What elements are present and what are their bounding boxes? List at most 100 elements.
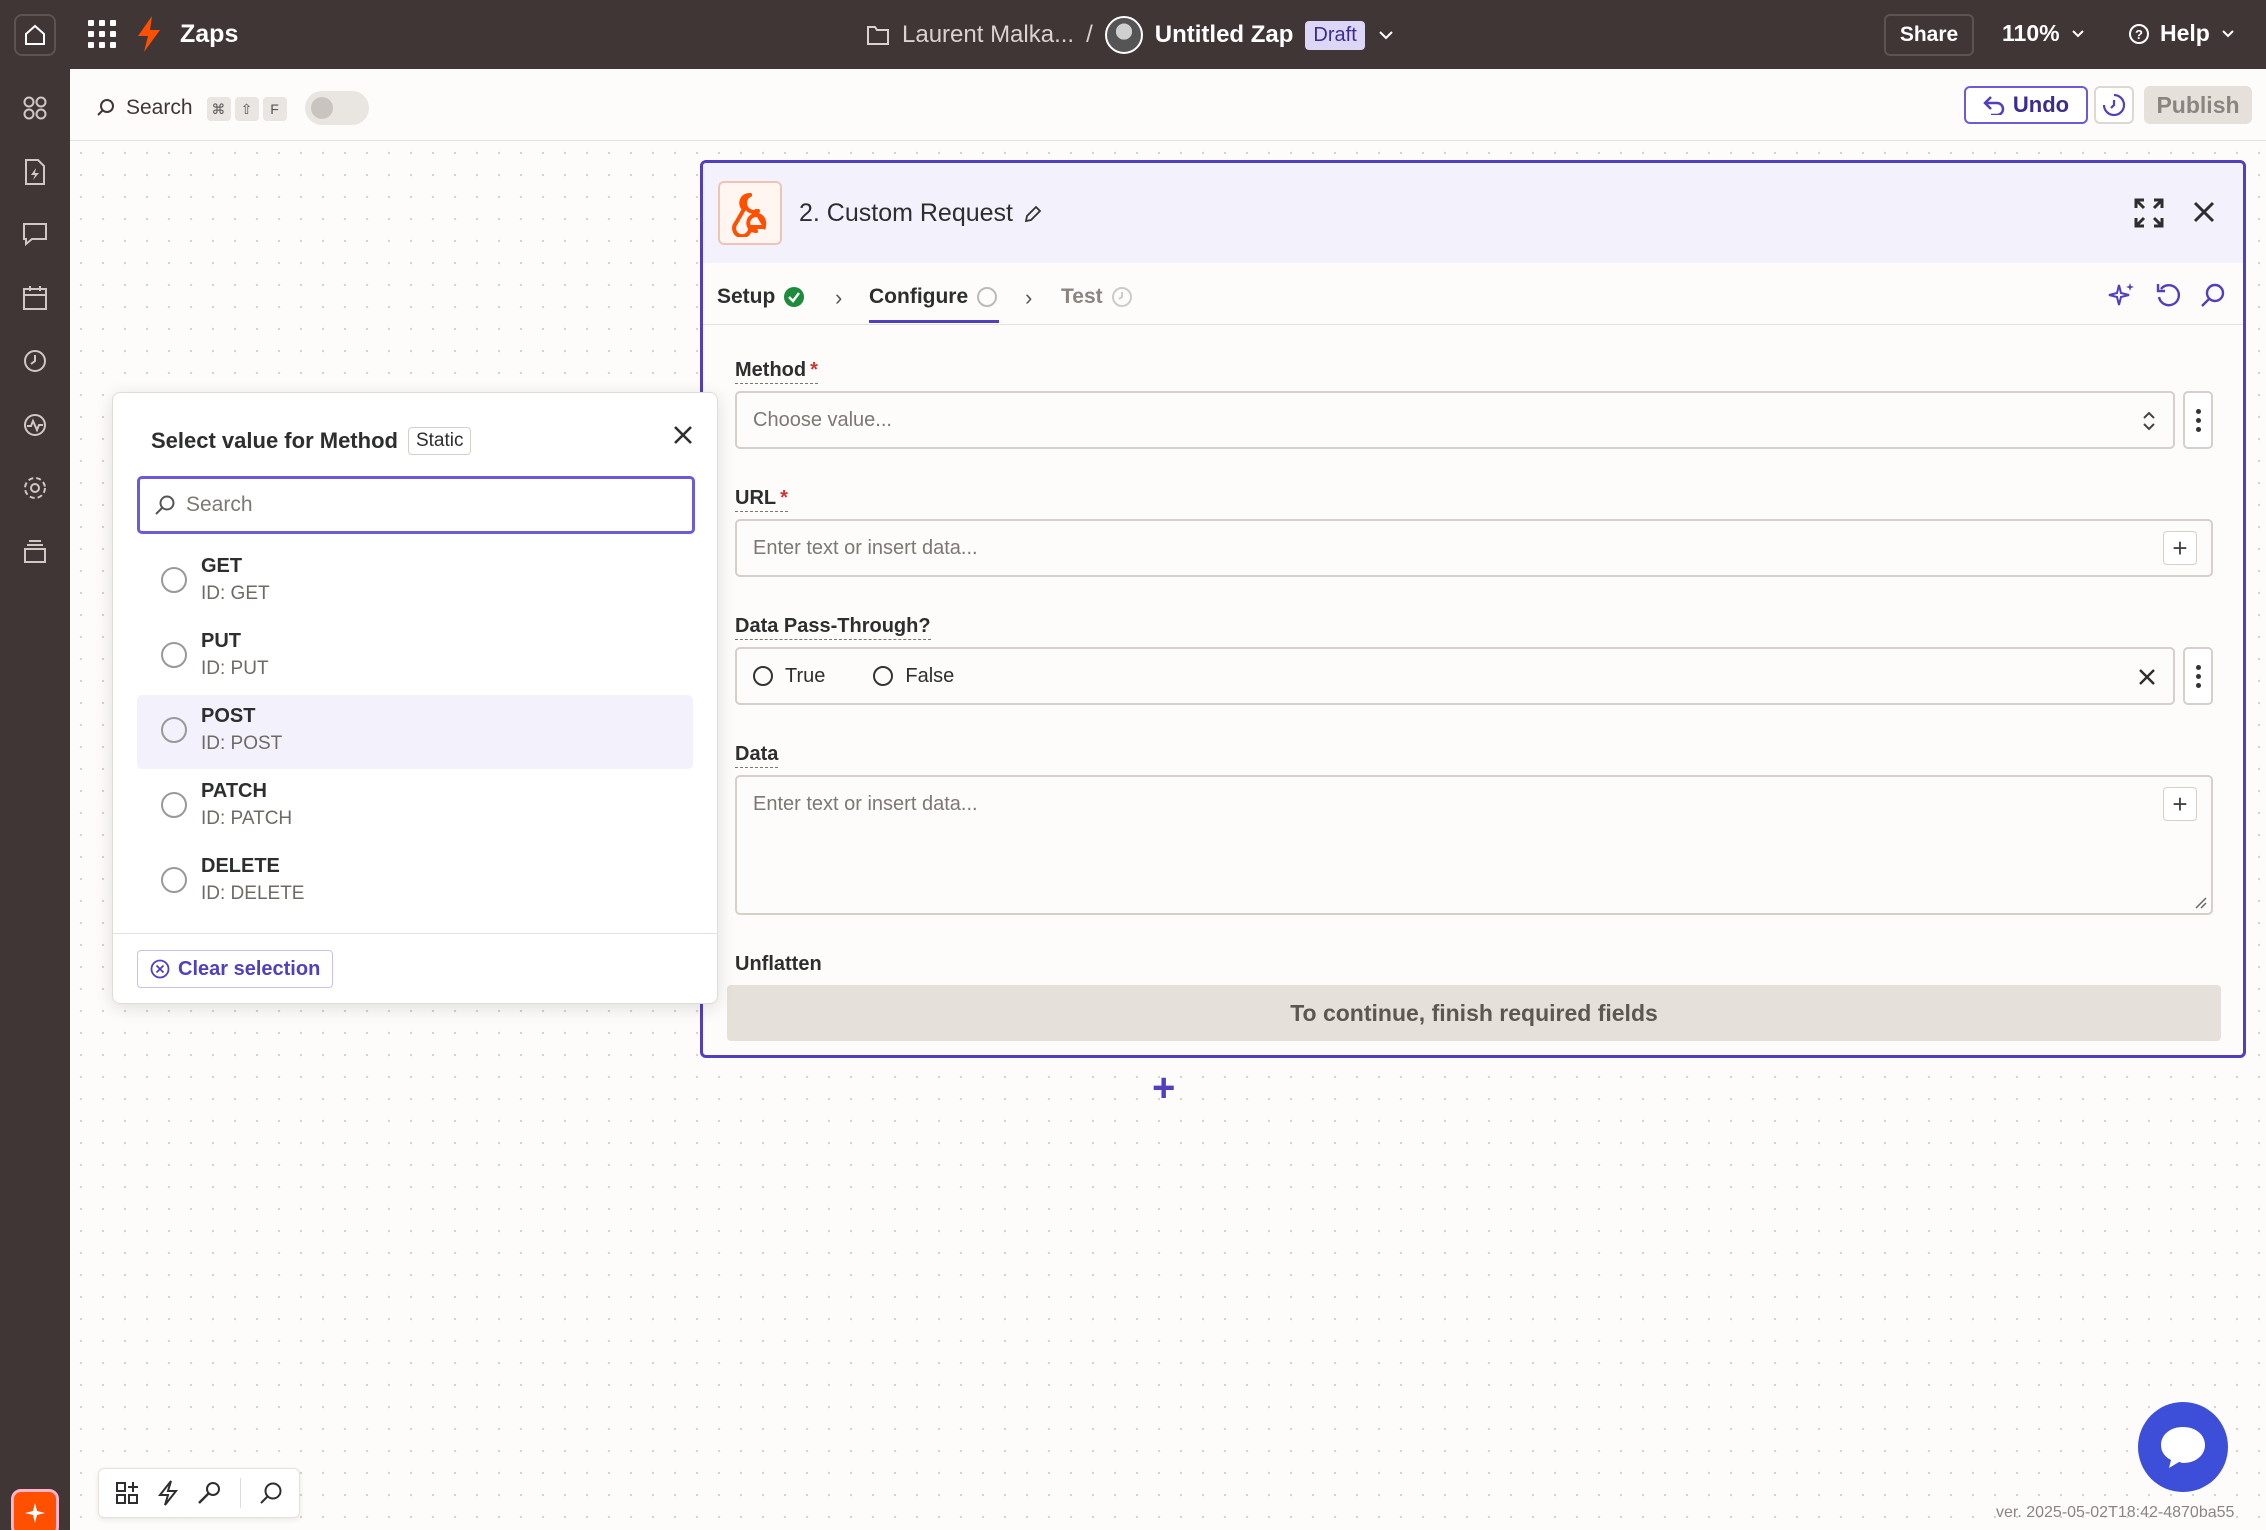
- option-delete[interactable]: DELETE ID: DELETE: [137, 845, 693, 919]
- option-name: DELETE: [201, 855, 280, 877]
- static-badge: Static: [407, 427, 472, 455]
- share-button[interactable]: Share: [1884, 14, 1974, 56]
- folder-name[interactable]: Laurent Malka...: [902, 21, 1074, 49]
- option-get[interactable]: GET ID: GET: [137, 545, 693, 619]
- method-options-menu[interactable]: [2183, 391, 2213, 449]
- ai-sparkle-icon[interactable]: [2107, 281, 2137, 311]
- zap-name[interactable]: Untitled Zap: [1155, 21, 1294, 49]
- tab-label: Configure: [869, 285, 969, 308]
- option-search-input[interactable]: [186, 493, 666, 517]
- passthrough-options-menu[interactable]: [2183, 647, 2213, 705]
- method-placeholder: Choose value...: [753, 408, 892, 431]
- url-insert-data-button[interactable]: +: [2163, 531, 2197, 565]
- search-icon: [97, 99, 114, 116]
- option-name: POST: [201, 705, 256, 727]
- option-radio[interactable]: [161, 792, 187, 818]
- widgets-icon[interactable]: [114, 1480, 140, 1506]
- sidebar-item-templates[interactable]: [20, 537, 50, 567]
- clear-selection-button[interactable]: Clear selection: [137, 950, 334, 988]
- avatar[interactable]: [1104, 16, 1143, 54]
- option-radio[interactable]: [161, 642, 187, 668]
- sidebar-item-activity[interactable]: [20, 410, 50, 440]
- option-true-label: True: [785, 664, 826, 687]
- search-icon[interactable]: [258, 1480, 284, 1506]
- canvas-toggle[interactable]: [304, 91, 369, 125]
- chat-bubble-icon: [2161, 1427, 2205, 1468]
- shortcut-key: F: [262, 96, 287, 121]
- method-select[interactable]: Choose value...: [735, 391, 2175, 449]
- expand-icon[interactable]: [2133, 197, 2165, 229]
- home-icon: [25, 24, 45, 45]
- data-insert-data-button[interactable]: +: [2163, 787, 2197, 821]
- chevron-down-icon[interactable]: [1377, 26, 1395, 44]
- stack-icon: [24, 540, 46, 563]
- url-field[interactable]: Enter text or insert data...: [735, 519, 2213, 577]
- option-id: ID: GET: [201, 583, 270, 604]
- wrench-icon[interactable]: [196, 1480, 222, 1506]
- undo-button[interactable]: Undo: [1964, 86, 2088, 124]
- copilot-button[interactable]: [11, 1489, 59, 1530]
- apps-grid-icon[interactable]: [88, 20, 116, 48]
- popover-title: Select value for Method Static: [151, 427, 472, 455]
- svg-text:?: ?: [2135, 27, 2143, 42]
- help-menu[interactable]: ? Help: [2128, 20, 2236, 47]
- chat-support-button[interactable]: [2138, 1402, 2228, 1492]
- option-name: PUT: [201, 630, 241, 652]
- add-step-button[interactable]: +: [1152, 1066, 1175, 1111]
- pending-circle-icon: [977, 287, 998, 307]
- zoom-dropdown[interactable]: 110%: [2002, 20, 2086, 47]
- sidebar-item-history[interactable]: [20, 346, 50, 376]
- resize-handle-icon[interactable]: [2193, 895, 2207, 909]
- version-history-button[interactable]: [2094, 86, 2134, 124]
- divider: [239, 1478, 241, 1508]
- data-textarea[interactable]: Enter text or insert data...: [735, 775, 2213, 915]
- search-icon[interactable]: [2199, 281, 2227, 309]
- webhook-app-icon: [718, 181, 782, 245]
- step-title[interactable]: 2. Custom Request: [799, 199, 1043, 228]
- radio-true[interactable]: [753, 666, 773, 686]
- sidebar-item-zaps[interactable]: [20, 157, 50, 187]
- option-put[interactable]: PUT ID: PUT: [137, 620, 693, 694]
- option-post[interactable]: POST ID: POST: [137, 695, 693, 769]
- breadcrumb: Laurent Malka... / Untitled Zap Draft: [866, 16, 1395, 54]
- tab-configure[interactable]: Configure: [869, 285, 1000, 323]
- option-false-label: False: [905, 664, 955, 687]
- step-header: 2. Custom Request: [703, 163, 2243, 263]
- radio-false[interactable]: [873, 666, 894, 686]
- status-badge: Draft: [1305, 20, 1365, 50]
- publish-button[interactable]: Publish: [2144, 86, 2252, 124]
- chevron-down-icon: [2222, 29, 2234, 37]
- option-search[interactable]: [137, 476, 695, 534]
- sidebar-item-tables[interactable]: [20, 283, 50, 313]
- bolt-icon[interactable]: [157, 1479, 179, 1507]
- url-placeholder: Enter text or insert data...: [753, 536, 978, 559]
- refresh-icon[interactable]: [2155, 281, 2183, 309]
- option-name: PATCH: [201, 780, 267, 802]
- option-radio[interactable]: [161, 717, 187, 743]
- tab-setup[interactable]: Setup: [717, 285, 805, 309]
- editor-toolbar: Search ⌘ ⇧ F Undo Publish: [70, 69, 2266, 141]
- method-value-popover: Select value for Method Static GET ID: G…: [112, 392, 718, 1004]
- select-arrows-icon: [2143, 411, 2155, 431]
- popover-title-text: Select value for Method: [151, 428, 398, 453]
- step-tabs: Setup › Configure › Test: [703, 263, 2243, 325]
- continue-button[interactable]: To continue, finish required fields: [727, 985, 2221, 1041]
- home-button[interactable]: [14, 14, 56, 56]
- close-icon[interactable]: [2191, 199, 2217, 225]
- app-title[interactable]: Zaps: [180, 20, 238, 49]
- clear-icon[interactable]: [2137, 667, 2157, 687]
- clock-pending-icon: [1111, 287, 1132, 307]
- sidebar-item-settings[interactable]: [20, 473, 50, 503]
- chevron-right-icon: ›: [1025, 285, 1033, 310]
- sidebar-item-apps[interactable]: [20, 93, 50, 123]
- option-radio[interactable]: [161, 567, 187, 593]
- clock-icon: [24, 350, 46, 372]
- close-icon[interactable]: [671, 423, 695, 447]
- activity-icon: [24, 414, 46, 436]
- option-radio[interactable]: [161, 867, 187, 893]
- canvas-search[interactable]: Search ⌘ ⇧ F: [96, 91, 369, 125]
- pencil-icon[interactable]: [1023, 204, 1043, 224]
- sidebar-item-interfaces[interactable]: [20, 219, 50, 249]
- option-patch[interactable]: PATCH ID: PATCH: [137, 770, 693, 844]
- tab-test[interactable]: Test: [1061, 285, 1133, 309]
